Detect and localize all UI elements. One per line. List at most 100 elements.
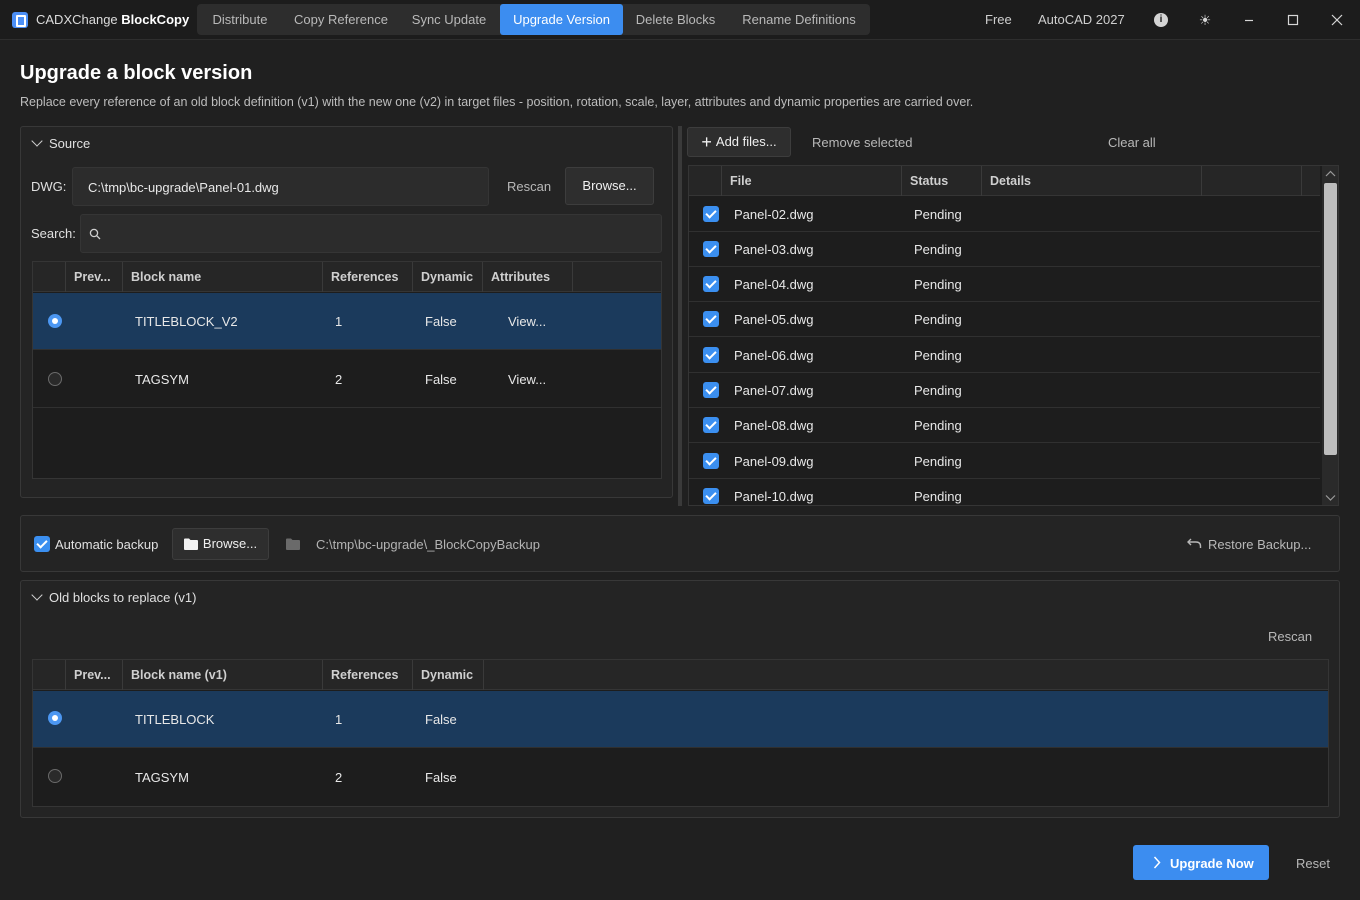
status-cell: Pending	[914, 348, 962, 363]
dwg-path-field[interactable]: C:\tmp\bc-upgrade\Panel-01.dwg	[72, 167, 489, 206]
close-icon[interactable]	[1328, 11, 1346, 29]
info-icon[interactable]: i	[1152, 11, 1170, 29]
page-title: Upgrade a block version	[20, 62, 253, 84]
column-header-dynamic[interactable]: Dynamic	[413, 660, 484, 690]
title-bar: CADXChange BlockCopy Distribute Copy Ref…	[0, 0, 1360, 40]
source-blocks-table: Prev... Block name References Dynamic At…	[32, 261, 662, 479]
column-header-block-name[interactable]: Block name	[123, 262, 323, 292]
mode-tabs: Distribute Copy Reference Sync Update Up…	[197, 4, 870, 35]
row-checkbox[interactable]	[703, 311, 719, 327]
source-section-label[interactable]: Source	[49, 136, 90, 151]
list-item[interactable]: Panel-07.dwg Pending	[689, 373, 1320, 408]
table-row[interactable]: TAGSYM 2 False View...	[33, 350, 661, 408]
cad-version-label[interactable]: AutoCAD 2027	[1038, 12, 1125, 27]
tab-distribute[interactable]: Distribute	[197, 4, 283, 35]
column-header-status[interactable]: Status	[902, 166, 982, 196]
restore-backup-button[interactable]: Restore Backup...	[1208, 537, 1311, 552]
list-item[interactable]: Panel-08.dwg Pending	[689, 408, 1320, 443]
list-item[interactable]: Panel-02.dwg Pending	[689, 197, 1320, 232]
column-header-details[interactable]: Details	[982, 166, 1202, 196]
row-radio[interactable]	[48, 711, 62, 725]
column-header-select[interactable]	[33, 660, 66, 690]
old-blocks-rescan-button[interactable]: Rescan	[1268, 629, 1312, 644]
row-checkbox[interactable]	[703, 417, 719, 433]
scrollbar-thumb[interactable]	[1324, 183, 1337, 455]
table-row[interactable]: TAGSYM 2 False	[33, 748, 1328, 806]
add-files-button[interactable]: + Add files...	[687, 127, 791, 157]
upgrade-now-button[interactable]: Upgrade Now	[1133, 845, 1269, 880]
column-header-attributes[interactable]: Attributes	[483, 262, 573, 292]
column-header-spacer	[1202, 166, 1302, 196]
attributes-view-link[interactable]: View...	[508, 372, 546, 387]
table-row[interactable]: TITLEBLOCK_V2 1 False View...	[33, 293, 661, 350]
row-checkbox[interactable]	[703, 453, 719, 469]
remove-selected-button[interactable]: Remove selected	[812, 135, 912, 150]
list-item[interactable]: Panel-10.dwg Pending	[689, 479, 1320, 505]
row-checkbox[interactable]	[703, 241, 719, 257]
chevron-down-icon[interactable]	[31, 589, 43, 601]
vertical-scrollbar[interactable]	[1322, 166, 1338, 505]
row-checkbox[interactable]	[703, 206, 719, 222]
column-header-references[interactable]: References	[323, 660, 413, 690]
attributes-view-link[interactable]: View...	[508, 314, 546, 329]
list-item[interactable]: Panel-03.dwg Pending	[689, 232, 1320, 267]
source-browse-button[interactable]: Browse...	[565, 167, 654, 205]
file-name-cell: Panel-04.dwg	[734, 277, 814, 292]
table-header: Prev... Block name (v1) References Dynam…	[33, 660, 1328, 690]
block-name-cell: TITLEBLOCK_V2	[135, 314, 238, 329]
column-header-block-name[interactable]: Block name (v1)	[123, 660, 323, 690]
column-header-select[interactable]	[33, 262, 66, 292]
automatic-backup-label[interactable]: Automatic backup	[55, 537, 158, 552]
table-row[interactable]: TITLEBLOCK 1 False	[33, 691, 1328, 748]
tab-copy-reference[interactable]: Copy Reference	[283, 4, 399, 35]
maximize-icon[interactable]	[1284, 11, 1302, 29]
list-item[interactable]: Panel-09.dwg Pending	[689, 443, 1320, 479]
row-checkbox[interactable]	[703, 382, 719, 398]
list-item[interactable]: Panel-05.dwg Pending	[689, 302, 1320, 337]
scroll-down-icon[interactable]	[1325, 494, 1336, 502]
theme-toggle-icon[interactable]: ☀	[1196, 11, 1214, 29]
row-checkbox[interactable]	[703, 276, 719, 292]
tab-sync-update[interactable]: Sync Update	[399, 4, 499, 35]
row-radio[interactable]	[48, 314, 62, 328]
column-header-check[interactable]	[689, 166, 722, 196]
source-rescan-button[interactable]: Rescan	[507, 179, 551, 194]
old-blocks-section-label[interactable]: Old blocks to replace (v1)	[49, 590, 196, 605]
column-header-dynamic[interactable]: Dynamic	[413, 262, 483, 292]
minimize-icon[interactable]	[1240, 11, 1258, 29]
column-header-file[interactable]: File	[722, 166, 902, 196]
list-item[interactable]: Panel-04.dwg Pending	[689, 267, 1320, 302]
status-cell: Pending	[914, 277, 962, 292]
old-blocks-panel: Old blocks to replace (v1) Rescan Prev..…	[20, 580, 1340, 818]
block-name-cell: TAGSYM	[135, 770, 189, 785]
file-name-cell: Panel-07.dwg	[734, 383, 814, 398]
row-radio[interactable]	[48, 372, 62, 386]
row-radio[interactable]	[48, 769, 62, 783]
app-logo-icon	[12, 12, 28, 28]
scroll-up-icon[interactable]	[1325, 170, 1336, 178]
tab-delete-blocks[interactable]: Delete Blocks	[623, 4, 728, 35]
list-item[interactable]: Panel-06.dwg Pending	[689, 337, 1320, 373]
splitter-handle[interactable]	[678, 126, 682, 506]
status-cell: Pending	[914, 207, 962, 222]
row-checkbox[interactable]	[703, 488, 719, 504]
dynamic-cell: False	[425, 712, 457, 727]
references-cell: 2	[335, 770, 343, 785]
tab-rename-definitions[interactable]: Rename Definitions	[728, 4, 870, 35]
license-label[interactable]: Free	[985, 12, 1012, 27]
folder-icon	[286, 538, 300, 550]
tab-upgrade-version[interactable]: Upgrade Version	[500, 4, 623, 35]
app-title: CADXChange BlockCopy	[36, 12, 190, 27]
chevron-down-icon[interactable]	[31, 135, 43, 147]
row-checkbox[interactable]	[703, 347, 719, 363]
column-header-references[interactable]: References	[323, 262, 413, 292]
dynamic-cell: False	[425, 770, 457, 785]
reset-button[interactable]: Reset	[1296, 856, 1330, 871]
automatic-backup-checkbox[interactable]	[34, 536, 50, 552]
clear-all-button[interactable]: Clear all	[1108, 135, 1156, 150]
file-name-cell: Panel-03.dwg	[734, 242, 814, 257]
column-header-preview[interactable]: Prev...	[66, 660, 123, 690]
search-input[interactable]	[80, 214, 662, 253]
backup-browse-button[interactable]: Browse...	[172, 528, 269, 560]
column-header-preview[interactable]: Prev...	[66, 262, 123, 292]
